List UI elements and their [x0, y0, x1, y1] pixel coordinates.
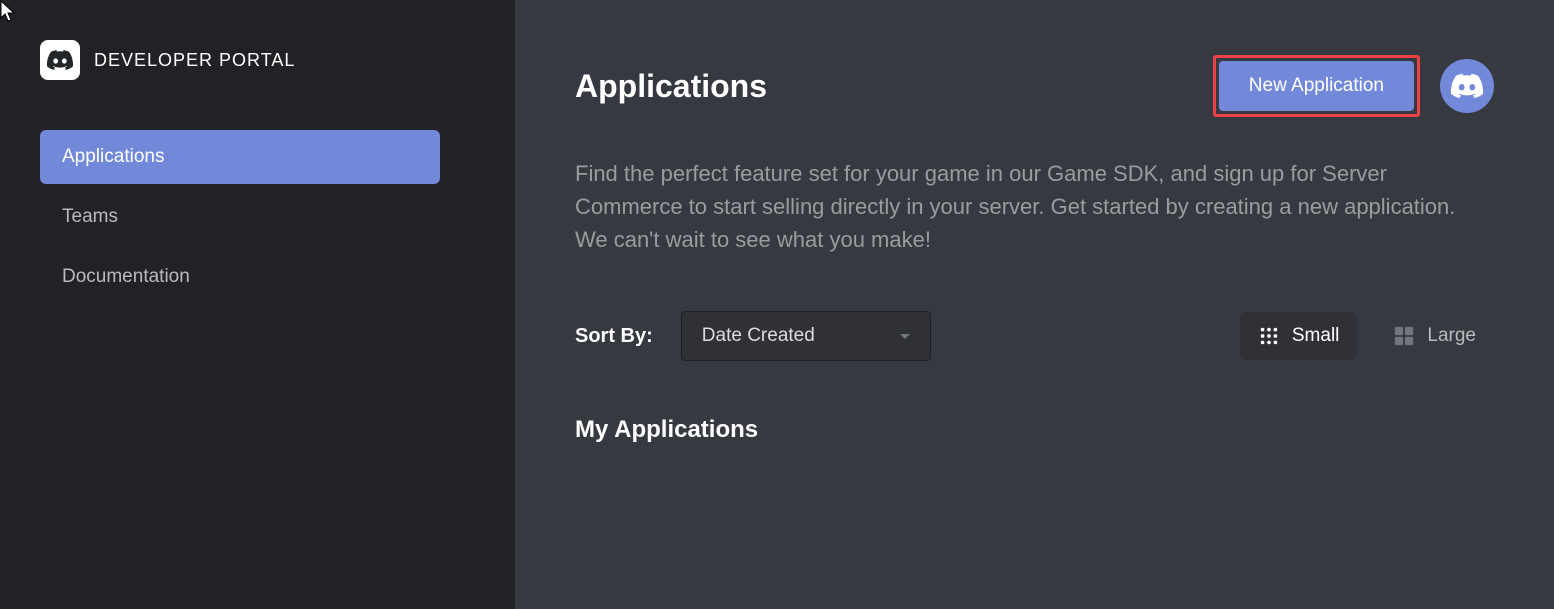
controls-row: Sort By: Date Created Small [575, 311, 1494, 361]
sidebar-item-label: Teams [62, 206, 118, 227]
main-content: Applications New Application Find the pe… [515, 0, 1554, 609]
view-small-label: Small [1292, 325, 1340, 347]
chevron-down-icon [900, 334, 910, 339]
sort-label: Sort By: [575, 325, 653, 348]
sidebar-item-label: Applications [62, 146, 164, 167]
grid-large-icon [1393, 325, 1415, 347]
sidebar-item-label: Documentation [62, 266, 190, 287]
view-toggles: Small Large [1240, 312, 1494, 360]
page-description: Find the perfect feature set for your ga… [575, 157, 1494, 256]
new-application-highlight: New Application [1213, 55, 1420, 117]
view-large-label: Large [1427, 325, 1476, 347]
avatar[interactable] [1440, 59, 1494, 113]
portal-title: DEVELOPER PORTAL [94, 50, 295, 71]
my-applications-title: My Applications [575, 416, 1494, 444]
logo-row: DEVELOPER PORTAL [40, 40, 475, 80]
new-application-button[interactable]: New Application [1219, 61, 1414, 111]
sidebar-item-teams[interactable]: Teams [40, 190, 440, 244]
page-title: Applications [575, 68, 767, 105]
discord-logo-icon [40, 40, 80, 80]
discord-avatar-icon [1451, 70, 1483, 102]
sort-select[interactable]: Date Created [681, 311, 931, 361]
view-large-button[interactable]: Large [1375, 312, 1494, 360]
sidebar: DEVELOPER PORTAL Applications Teams Docu… [0, 0, 515, 609]
sort-selected-value: Date Created [702, 325, 815, 347]
grid-small-icon [1258, 325, 1280, 347]
header-row: Applications New Application [575, 55, 1494, 117]
header-actions: New Application [1213, 55, 1494, 117]
sidebar-item-applications[interactable]: Applications [40, 130, 440, 184]
sidebar-item-documentation[interactable]: Documentation [40, 250, 440, 304]
sort-group: Sort By: Date Created [575, 311, 931, 361]
view-small-button[interactable]: Small [1240, 312, 1358, 360]
